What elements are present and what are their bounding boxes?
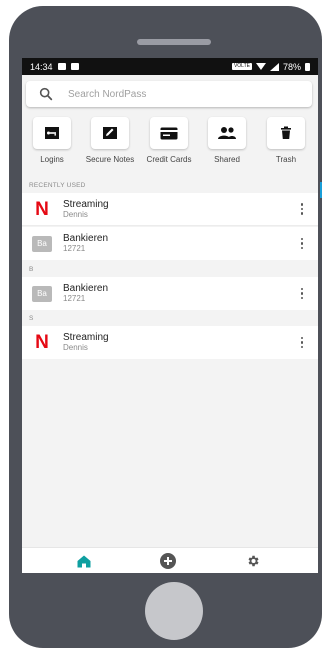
status-bar: 14:34 VOLTE 78% [22,58,318,75]
search-bar[interactable] [26,81,312,107]
phone-frame: 14:34 VOLTE 78% Search NordPass Logins S… [9,6,322,648]
initials-logo: Ba [32,285,52,302]
list-item[interactable]: N Streaming Dennis [22,326,318,359]
item-subtitle: 12721 [63,294,86,303]
people-icon [218,127,236,139]
trash-icon [281,126,291,139]
secure-notes-tile[interactable] [91,117,129,149]
category-secure-notes[interactable]: Secure Notes [83,117,137,164]
lock-icon [70,63,79,70]
list-item[interactable]: Ba Bankieren 12721 [22,227,318,260]
status-time: 14:34 [30,61,53,72]
wifi-icon [255,63,266,70]
category-label: Logins [40,155,64,164]
nav-settings[interactable] [245,553,261,569]
key-icon [45,127,59,139]
list-item[interactable]: Ba Bankieren 12721 [22,277,318,310]
shared-tile[interactable] [208,117,246,149]
bottom-nav [22,547,318,573]
item-title: Streaming [63,198,109,210]
battery-icon [305,62,310,71]
category-credit-cards[interactable]: Credit Cards [142,117,196,164]
search-icon [39,87,53,101]
volte-badge: VOLTE [231,63,252,70]
more-options-icon[interactable] [292,287,312,300]
item-subtitle: 12721 [63,244,86,253]
category-label: Shared [214,155,240,164]
category-trash[interactable]: Trash [259,117,313,164]
category-row: Logins Secure Notes Credit Cards Shared … [22,117,318,177]
battery-level: 78% [282,61,301,72]
category-logins[interactable]: Logins [25,117,79,164]
credit-card-icon [160,127,178,139]
side-accent [320,182,322,198]
item-title: Bankieren [63,283,109,294]
section-header-s: S [29,315,34,322]
phone-speaker [137,39,211,45]
app-screen: 14:34 VOLTE 78% Search NordPass Logins S… [22,58,318,573]
more-options-icon[interactable] [292,237,312,250]
netflix-logo: N [35,198,49,220]
item-title: Bankieren [63,233,109,244]
netflix-logo: N [35,332,49,353]
nav-add[interactable] [160,553,176,569]
category-shared[interactable]: Shared [200,117,254,164]
trash-tile[interactable] [267,117,305,149]
item-subtitle: Dennis [63,343,88,352]
pencil-icon [103,127,117,139]
initials-logo: Ba [32,235,52,252]
home-icon [77,555,91,567]
list-item[interactable]: N Streaming Dennis [22,193,318,226]
section-header-b: B [29,266,34,273]
item-subtitle: Dennis [63,209,88,219]
logins-tile[interactable] [33,117,71,149]
signal-icon [269,62,279,71]
section-header-recently-used: RECENTLY USED [29,182,86,189]
search-input[interactable] [68,88,268,100]
category-label: Secure Notes [85,155,135,164]
category-label: Credit Cards [146,155,192,164]
phone-home-button[interactable] [145,582,203,640]
more-options-icon[interactable] [292,203,312,215]
item-title: Streaming [63,332,109,343]
more-options-icon[interactable] [292,336,312,349]
credit-cards-tile[interactable] [150,117,188,149]
message-icon [57,63,66,70]
nav-home[interactable] [76,553,92,569]
category-label: Trash [275,155,297,164]
add-icon [160,553,176,569]
settings-icon [248,555,259,567]
